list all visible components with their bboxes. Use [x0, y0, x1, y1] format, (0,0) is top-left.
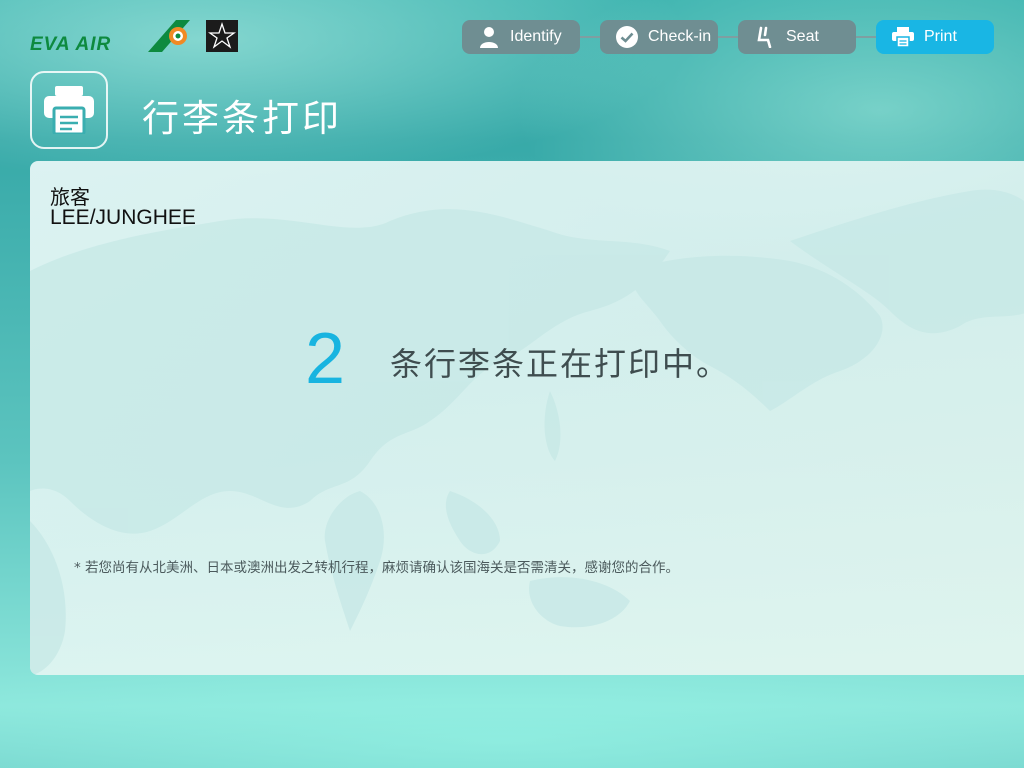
step-label: Seat: [786, 28, 819, 45]
user-icon: [478, 26, 500, 48]
printing-status-text: 条行李条正在打印中。: [390, 345, 731, 383]
star-alliance-logo: [206, 20, 238, 52]
step-connector: [856, 36, 876, 38]
bag-tag-count: 2: [305, 319, 346, 399]
customs-note: * 若您尚有从北美洲、日本或澳洲出发之转机行程，麻烦请确认该国海关是否需清关，感…: [74, 560, 680, 576]
logo-wing-icon: [148, 20, 190, 52]
step-connector: [718, 36, 738, 38]
logo-text: EVA AIR: [30, 34, 112, 55]
step-seat[interactable]: Seat: [738, 20, 856, 54]
step-check-in[interactable]: Check-in: [600, 20, 718, 54]
eva-air-logo: EVA AIR: [30, 20, 200, 56]
step-connector: [580, 36, 600, 38]
page-title: 行李条打印: [142, 97, 342, 140]
passenger-name: LEE/JUNGHEE: [50, 206, 196, 229]
check-circle-icon: [616, 26, 638, 48]
step-label: Check-in: [648, 28, 712, 45]
step-identify[interactable]: Identify: [462, 20, 580, 54]
progress-steps: Identify Check-in Seat Print: [462, 20, 994, 54]
title-printer-icon: [30, 71, 108, 149]
printer-icon: [892, 26, 914, 48]
step-label: Identify: [510, 28, 562, 45]
world-map-background: [30, 189, 1024, 675]
step-label: Print: [924, 28, 957, 45]
seat-icon: [754, 26, 776, 48]
main-panel: 旅客 LEE/JUNGHEE 2 条行李条正在打印中。 * 若您尚有从北美洲、日…: [30, 161, 1024, 675]
step-print[interactable]: Print: [876, 20, 994, 54]
